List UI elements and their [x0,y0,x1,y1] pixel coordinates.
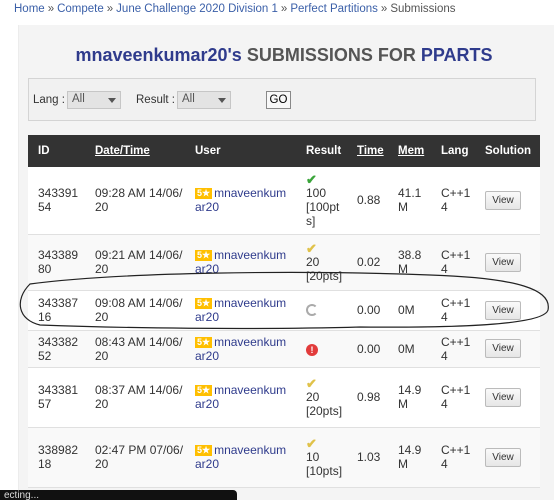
result-filter-label: Result : [136,94,175,106]
cell-datetime: 08:37 AM 14/06/ 20 [85,367,185,428]
breadcrumb-separator: » [280,3,288,15]
cell-user: 5★ mnaveenkum ar20 [185,427,296,488]
table-row: 338982 18 02:47 PM 07/06/ 20 5★ mnaveenku… [28,427,540,488]
cell-lang: C++1 4 [431,367,475,428]
cell-solution: View [475,427,540,488]
cell-user: 5★ mnaveenkum ar20 [185,167,296,235]
cell-lang: C++1 4 [431,167,475,235]
cell-id: 343391 54 [28,167,85,235]
star-rating-badge: 5★ [195,250,213,261]
col-header-time-label[interactable]: Time [357,145,384,157]
table-row: 343391 54 09:28 AM 14/06/ 20 5★ mnaveenku… [28,167,540,235]
lang-select-value: All [72,93,85,105]
breadcrumb: Home» Compete» June Challenge 2020 Divisio… [14,3,456,15]
partial-check-icon: ✔ [306,375,317,391]
star-rating-badge: 5★ [195,188,213,200]
error-icon: ! [306,343,318,356]
breadcrumb-separator: » [47,3,55,15]
cell-id: 343381 57 [28,367,85,428]
partial-check-icon: ✔ [306,240,317,256]
col-header-time[interactable]: Time [347,135,388,167]
col-header-user: User [185,135,296,167]
view-button[interactable]: View [485,387,521,407]
view-button[interactable]: View [485,339,521,358]
col-header-datetime-label[interactable]: Date/Time [95,145,150,157]
go-button[interactable]: GO [266,91,291,109]
breadcrumb-current: Submissions [390,3,456,15]
cell-mem: 14.9 M [388,427,431,488]
star-rating-badge: 5★ [195,445,213,456]
cell-time: 0.98 [347,367,388,428]
lang-filter-label: Lang : [33,94,65,106]
star-rating-badge: 5★ [195,385,213,396]
view-button[interactable]: View [485,252,521,272]
chevron-down-icon [218,98,226,103]
partial-check-icon: ✔ [306,435,317,451]
table-row: 343381 57 08:37 AM 14/06/ 20 5★ mnaveenku… [28,367,540,428]
cell-id: 338982 18 [28,427,85,488]
breadcrumb-separator: » [106,3,114,15]
title-username: mnaveenkumar20's [75,45,242,65]
cell-datetime: 02:47 PM 07/06/ 20 [85,427,185,488]
col-header-mem-label[interactable]: Mem [398,145,424,157]
cell-user: 5★ mnaveenkum ar20 [185,367,296,428]
result-select-value: All [182,93,195,105]
breadcrumb-compete[interactable]: Compete [57,3,104,15]
title-problem-code: PPARTS [420,45,493,65]
cell-mem: 14.9 M [388,367,431,428]
cell-result: ✔ 100 [100pt s] [296,167,347,235]
filter-bar: Lang : All Result : All GO [28,78,536,121]
cell-solution: View [475,167,540,235]
cell-solution: View [475,367,540,428]
result-text: 100 [100pt s] [306,185,340,228]
lang-select[interactable]: All [67,91,121,109]
breadcrumb-separator: » [380,3,388,15]
col-header-id: ID [28,135,85,167]
hand-drawn-ellipse-annotation [19,271,549,330]
col-header-result: Result [296,135,347,167]
check-icon: ✔ [306,171,317,187]
cell-time: 1.03 [347,427,388,488]
col-header-solution: Solution [475,135,540,167]
result-text: 20 [20pts] [306,389,343,418]
view-button[interactable]: View [485,447,521,467]
result-select[interactable]: All [177,91,231,109]
view-button[interactable]: View [485,190,521,210]
status-toast: ecting... [0,490,237,500]
cell-mem: 41.1 M [388,167,431,235]
cell-result: ✔ 20 [20pts] [296,367,347,428]
table-header-row: ID Date/Time User Result Time Mem Lang S… [28,135,540,167]
breadcrumb-home[interactable]: Home [14,3,45,15]
cell-lang: C++1 4 [431,427,475,488]
chevron-down-icon [108,98,116,103]
breadcrumb-problem[interactable]: Perfect Partitions [290,3,378,15]
col-header-mem[interactable]: Mem [388,135,431,167]
result-text: 10 [10pts] [306,449,343,478]
title-middle: SUBMISSIONS FOR [246,45,416,65]
cell-result: ✔ 10 [10pts] [296,427,347,488]
cell-datetime: 09:28 AM 14/06/ 20 [85,167,185,235]
col-header-lang: Lang [431,135,475,167]
col-header-datetime[interactable]: Date/Time [85,135,185,167]
breadcrumb-contest[interactable]: June Challenge 2020 Division 1 [116,3,278,15]
cell-time: 0.88 [347,167,388,235]
page-title: mnaveenkumar20's SUBMISSIONS FOR PPARTS [0,45,558,66]
